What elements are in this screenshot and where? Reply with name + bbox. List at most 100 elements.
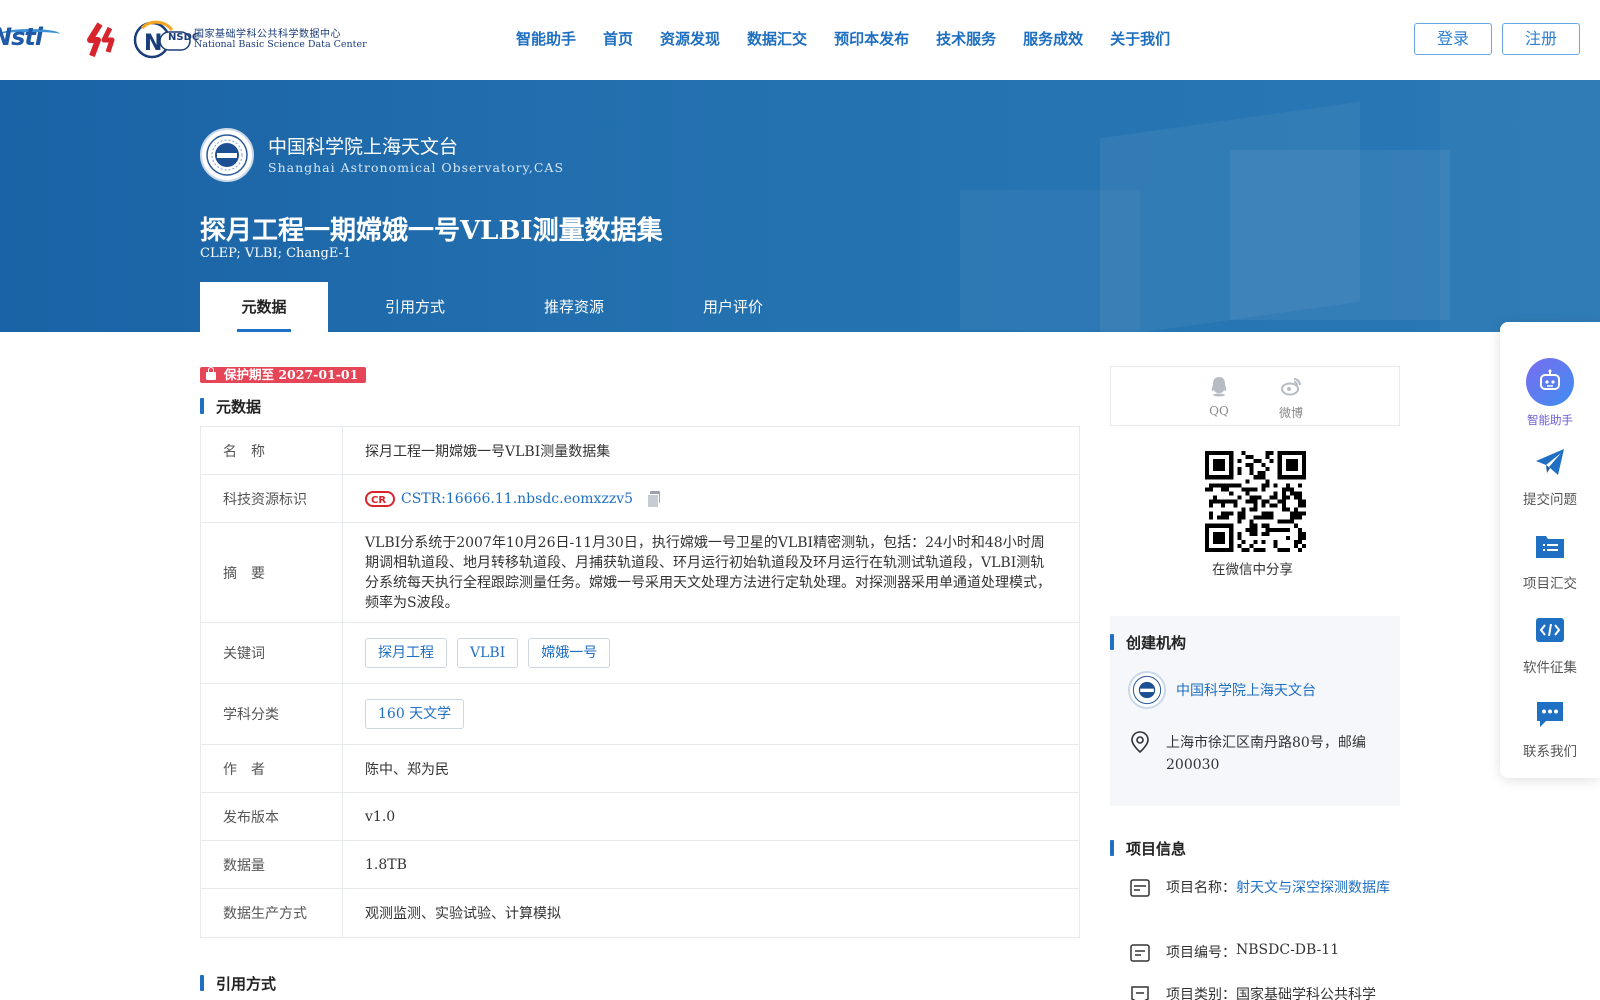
keyword-tag[interactable]: 嫦娥一号 bbox=[528, 638, 611, 668]
share-qq-label: QQ bbox=[1209, 404, 1229, 418]
cstr-identifier-link[interactable]: CSTR:16666.11.nbsdc.eomxzzv5 bbox=[401, 491, 633, 507]
float-submit-question-button[interactable]: 提交问题 bbox=[1500, 446, 1600, 508]
location-pin-icon bbox=[1131, 731, 1149, 753]
register-button[interactable]: 注册 bbox=[1502, 23, 1580, 55]
nsdc-logo[interactable]: N NSDC 国家基础学科公共科学数据中心 National Basic Sci… bbox=[132, 20, 367, 60]
project-code-value: NBSDC-DB-11 bbox=[1236, 942, 1340, 958]
dataset-title: 探月工程一期嫦娥一号VLBI测量数据集 bbox=[200, 216, 663, 246]
row-key: 摘 要 bbox=[201, 523, 343, 622]
dataset-subtitle: CLEP; VLBI; ChangE-1 bbox=[200, 246, 352, 261]
dataset-banner: 中国科学院上海天文台 Shanghai Astronomical Observa… bbox=[0, 80, 1600, 332]
subject-tag[interactable]: 160 天文学 bbox=[365, 699, 465, 729]
section-accent-bar bbox=[200, 398, 204, 414]
red-s-logo-icon[interactable] bbox=[82, 22, 122, 58]
project-code-label: 项目编号： bbox=[1166, 945, 1236, 961]
project-name-link[interactable]: 射天文与深空探测数据库 bbox=[1236, 880, 1390, 896]
section-metadata-heading: 元数据 bbox=[200, 397, 261, 416]
paper-plane-icon bbox=[1536, 449, 1564, 475]
creator-org-panel: 创建机构 中国科学院上海天文台 上海市徐汇区南丹路80号，邮编200030 bbox=[1110, 616, 1400, 806]
float-submit-label: 提交问题 bbox=[1523, 492, 1577, 508]
float-software-button[interactable]: 软件征集 bbox=[1500, 614, 1600, 676]
org-name-cn[interactable]: 中国科学院上海天文台 bbox=[268, 132, 458, 159]
institution-name-link[interactable]: 中国科学院上海天文台 bbox=[1176, 680, 1316, 700]
section-accent-bar bbox=[200, 975, 204, 991]
section-title: 引用方式 bbox=[216, 974, 277, 993]
table-row: 科技资源标识 CR CSTR:16666.11.nbsdc.eomxzzv5 bbox=[201, 475, 1079, 523]
nav-home[interactable]: 首页 bbox=[603, 28, 633, 49]
metadata-table: 名 称 探月工程一期嫦娥一号VLBI测量数据集 科技资源标识 CR CSTR:1… bbox=[200, 426, 1080, 938]
float-project-submit-button[interactable]: 项目汇交 bbox=[1500, 530, 1600, 592]
copy-icon[interactable] bbox=[647, 490, 661, 508]
code-icon bbox=[1536, 618, 1564, 642]
row-value: CR CSTR:16666.11.nbsdc.eomxzzv5 bbox=[343, 475, 1079, 522]
svg-text:CR: CR bbox=[371, 495, 386, 506]
project-name-label: 项目名称： bbox=[1166, 880, 1236, 896]
float-contact-label: 联系我们 bbox=[1523, 744, 1577, 760]
row-key: 学科分类 bbox=[201, 684, 343, 744]
institution-address: 上海市徐汇区南丹路80号，邮编200030 bbox=[1166, 735, 1366, 773]
share-weibo-button[interactable]: 微博 bbox=[1271, 375, 1311, 421]
main-nav: 智能助手 首页 资源发现 数据汇交 预印本发布 技术服务 服务成效 关于我们 bbox=[516, 28, 1197, 49]
nav-preprint[interactable]: 预印本发布 bbox=[834, 28, 909, 49]
nsdc-logo-en: National Basic Science Data Center bbox=[194, 39, 367, 51]
nav-tech-service[interactable]: 技术服务 bbox=[936, 28, 996, 49]
share-qq-button[interactable]: QQ bbox=[1199, 375, 1239, 418]
keyword-tag[interactable]: 探月工程 bbox=[365, 638, 447, 668]
id-card-icon bbox=[1130, 879, 1150, 897]
row-value-abstract: VLBI分系统于2007年10月26日-11月30日，执行嫦娥一号卫星的VLBI… bbox=[365, 534, 1051, 611]
nav-ai-assistant[interactable]: 智能助手 bbox=[516, 28, 576, 49]
row-value: 陈中、郑为民 bbox=[365, 761, 449, 778]
tab-citation[interactable]: 引用方式 bbox=[328, 282, 502, 332]
protection-badge: 保护期至 2027-01-01 bbox=[200, 367, 367, 383]
keyword-tag[interactable]: VLBI bbox=[457, 638, 519, 668]
table-row: 摘 要 VLBI分系统于2007年10月26日-11月30日，执行嫦娥一号卫星的… bbox=[201, 523, 1079, 623]
banner-decoration bbox=[1230, 150, 1450, 320]
table-row: 关键词 探月工程 VLBI 嫦娥一号 bbox=[201, 623, 1079, 684]
observatory-logo-icon[interactable] bbox=[200, 128, 254, 182]
float-ai-assistant-button[interactable]: 智能助手 bbox=[1500, 358, 1600, 428]
nav-data-submission[interactable]: 数据汇交 bbox=[747, 28, 807, 49]
detail-tabs: 元数据 引用方式 推荐资源 用户评价 bbox=[200, 282, 820, 332]
chat-bubble-icon bbox=[1537, 702, 1563, 727]
login-button[interactable]: 登录 bbox=[1414, 23, 1492, 55]
row-value: 160 天文学 bbox=[343, 684, 1079, 744]
table-row: 名 称 探月工程一期嫦娥一号VLBI测量数据集 bbox=[201, 427, 1079, 475]
top-header: Nsti N NSDC 国家基础学科公共科学数据中心 National Basi… bbox=[0, 0, 1600, 80]
row-key: 科技资源标识 bbox=[201, 475, 343, 522]
float-ai-label: 智能助手 bbox=[1527, 413, 1573, 427]
weibo-icon bbox=[1281, 378, 1301, 396]
section-citation-heading: 引用方式 bbox=[200, 974, 277, 993]
table-row: 数据量 1.8TB bbox=[201, 841, 1079, 889]
section-org-heading: 创建机构 bbox=[1110, 633, 1186, 652]
row-key: 发布版本 bbox=[201, 793, 343, 840]
row-key: 数据生产方式 bbox=[201, 889, 343, 937]
nav-resource-discovery[interactable]: 资源发现 bbox=[660, 28, 720, 49]
wechat-qr-code bbox=[1205, 451, 1306, 552]
tab-metadata[interactable]: 元数据 bbox=[200, 282, 328, 332]
section-accent-bar bbox=[1110, 634, 1114, 650]
table-row: 数据生产方式 观测监测、实验试验、计算模拟 bbox=[201, 889, 1079, 937]
nav-about[interactable]: 关于我们 bbox=[1110, 28, 1170, 49]
share-weibo-label: 微博 bbox=[1278, 406, 1303, 420]
logo-group[interactable]: Nsti N NSDC 国家基础学科公共科学数据中心 National Basi… bbox=[0, 18, 367, 62]
nsti-logo[interactable]: Nsti bbox=[0, 25, 68, 55]
float-project-label: 项目汇交 bbox=[1523, 576, 1577, 592]
section-accent-bar bbox=[1110, 840, 1114, 856]
nsdc-logo-text: 国家基础学科公共科学数据中心 National Basic Science Da… bbox=[194, 29, 367, 50]
tab-recommended[interactable]: 推荐资源 bbox=[502, 282, 646, 332]
nsdc-mark-text: NSDC bbox=[168, 32, 200, 43]
float-contact-button[interactable]: 联系我们 bbox=[1500, 698, 1600, 760]
banner-decoration bbox=[960, 190, 1140, 330]
row-value: 1.8TB bbox=[365, 856, 407, 873]
row-value: 观测监测、实验试验、计算模拟 bbox=[365, 906, 561, 922]
project-name-text: 项目名称：射天文与深空探测数据库 bbox=[1166, 877, 1390, 899]
project-type-value: 国家基础学科公共科学 bbox=[1236, 987, 1376, 1000]
tab-reviews[interactable]: 用户评价 bbox=[646, 282, 820, 332]
project-code-row: 项目编号： NBSDC-DB-11 bbox=[1130, 942, 1339, 962]
table-row: 作 者 陈中、郑为民 bbox=[201, 745, 1079, 793]
cstr-logo-icon: CR bbox=[365, 490, 395, 507]
row-key: 数据量 bbox=[201, 841, 343, 888]
nav-service-results[interactable]: 服务成效 bbox=[1023, 28, 1083, 49]
observatory-emblem-icon bbox=[1132, 675, 1162, 705]
qq-icon bbox=[1211, 377, 1227, 397]
